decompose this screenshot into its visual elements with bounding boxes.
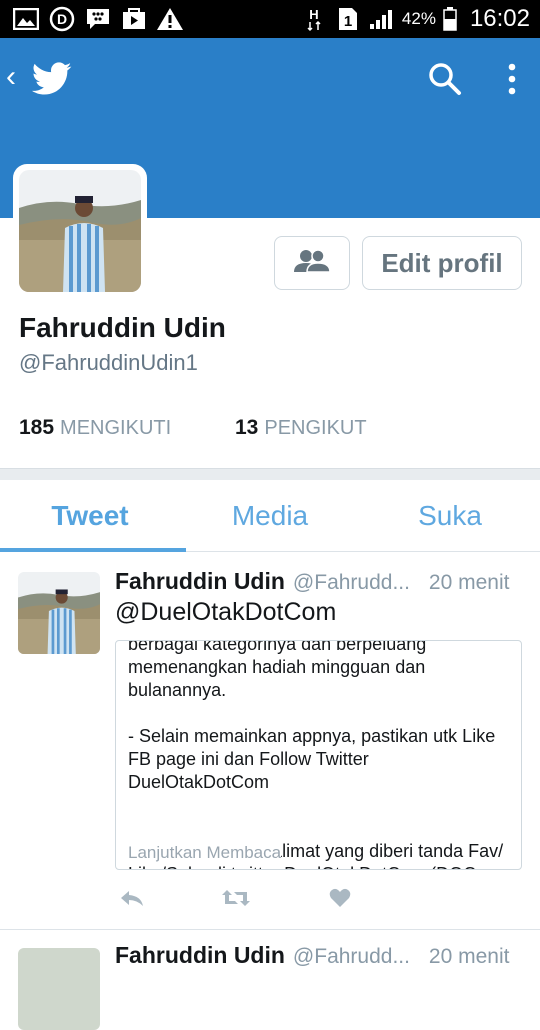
twitter-bird-icon[interactable] bbox=[32, 62, 72, 101]
tweet-item[interactable]: Fahruddin Udin @Fahrudd... 20 menit @Due… bbox=[0, 552, 540, 930]
profile-name: Fahruddin Udin bbox=[19, 312, 226, 343]
warning-icon bbox=[156, 8, 184, 30]
tweet-author-name[interactable]: Fahruddin Udin bbox=[115, 942, 285, 969]
following-label: MENGIKUTI bbox=[60, 417, 172, 439]
svg-text:D: D bbox=[57, 11, 67, 27]
chevron-left-icon[interactable]: ‹ bbox=[6, 62, 16, 92]
tweet-avatar[interactable] bbox=[18, 572, 100, 654]
status-bar: D H 1 42% 16:02 bbox=[0, 0, 540, 38]
tweet-timestamp: 20 menit bbox=[428, 945, 510, 968]
profile-avatar-frame[interactable] bbox=[13, 164, 147, 298]
card-text: berbagai kategorinya dan berpeluang meme… bbox=[128, 640, 504, 869]
profile-tabs: Tweet Media Suka bbox=[0, 480, 540, 552]
read-more-link[interactable]: Lanjutkan Membaca bbox=[128, 843, 282, 863]
clock: 16:02 bbox=[469, 5, 530, 32]
tweet-actions bbox=[115, 886, 357, 910]
tweet-item-next[interactable]: Fahruddin Udin @Fahrudd... 20 menit bbox=[0, 930, 540, 1030]
following-count: 185 bbox=[19, 416, 55, 439]
tab-tweet[interactable]: Tweet bbox=[0, 480, 186, 552]
play-store-icon bbox=[120, 8, 148, 30]
tweet-card[interactable]: berbagai kategorinya dan berpeluang meme… bbox=[115, 640, 522, 870]
following-stat[interactable]: 185 MENGIKUTI bbox=[19, 416, 235, 440]
sim1-icon: 1 bbox=[334, 8, 362, 30]
card-body: berbagai kategorinya dan berpeluang meme… bbox=[128, 640, 509, 869]
profile-handle: @FahruddinUdin1 bbox=[19, 350, 198, 375]
d-app-icon: D bbox=[48, 6, 76, 32]
battery-icon bbox=[442, 7, 458, 31]
followers-stat[interactable]: 13 PENGIKUT bbox=[235, 416, 367, 440]
tweet-timestamp: 20 menit bbox=[428, 571, 510, 594]
retweet-icon[interactable] bbox=[219, 886, 253, 910]
tweet-avatar[interactable] bbox=[18, 948, 100, 1030]
gallery-icon bbox=[12, 8, 40, 30]
profile-stats: 185 MENGIKUTI 13 PENGIKUT bbox=[19, 416, 367, 440]
people-icon bbox=[293, 248, 331, 278]
followers-label: PENGIKUT bbox=[264, 417, 367, 439]
tweet-author-name[interactable]: Fahruddin Udin bbox=[115, 568, 285, 595]
tab-media[interactable]: Media bbox=[180, 480, 360, 551]
h-network-icon: H bbox=[300, 7, 328, 32]
avatar bbox=[19, 170, 141, 292]
tweet-author-handle: @Fahrudd... bbox=[292, 571, 410, 594]
battery-percent: 42% bbox=[401, 9, 436, 28]
signal-icon bbox=[368, 8, 396, 30]
followers-count: 13 bbox=[235, 416, 259, 439]
more-vertical-icon[interactable] bbox=[500, 60, 524, 105]
tweet-header: Fahruddin Udin @Fahrudd... 20 menit bbox=[115, 568, 525, 595]
section-divider bbox=[0, 468, 540, 480]
like-icon[interactable] bbox=[323, 886, 357, 910]
tweet-author-handle: @Fahrudd... bbox=[292, 945, 410, 968]
tweet-header: Fahruddin Udin @Fahrudd... 20 menit bbox=[115, 942, 509, 969]
friends-button[interactable] bbox=[274, 236, 350, 290]
tab-likes[interactable]: Suka bbox=[360, 480, 540, 551]
edit-profile-button[interactable]: Edit profil bbox=[362, 236, 522, 290]
svg-text:H: H bbox=[309, 7, 318, 22]
bbm-icon bbox=[84, 8, 112, 30]
svg-text:1: 1 bbox=[344, 13, 352, 30]
search-icon[interactable] bbox=[428, 62, 462, 101]
tweet-text[interactable]: @DuelOtakDotCom bbox=[115, 598, 336, 627]
reply-icon[interactable] bbox=[115, 886, 149, 910]
